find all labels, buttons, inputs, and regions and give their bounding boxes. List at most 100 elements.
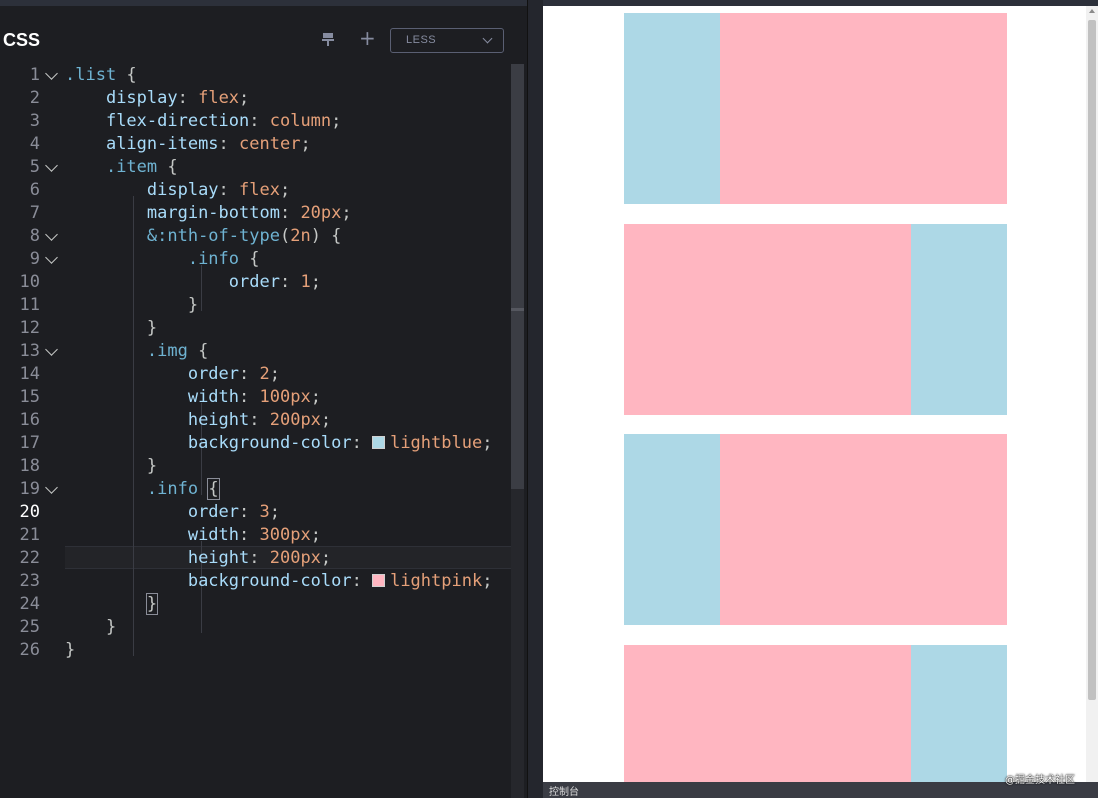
code-text: display: flex;	[65, 179, 290, 202]
color-swatch[interactable]	[372, 574, 386, 587]
code-line[interactable]: 16 height: 200px;	[0, 409, 520, 432]
fold-chevron-icon[interactable]	[45, 251, 58, 264]
code-line[interactable]: 21 width: 300px;	[0, 524, 520, 547]
plus-icon[interactable]: +	[359, 28, 376, 48]
code-token: align-items	[105, 134, 219, 154]
line-number: 2	[29, 88, 40, 108]
scroll-up-arrow-icon[interactable]	[1089, 9, 1095, 13]
code-token: lightblue	[390, 433, 483, 453]
editor-scrollbar-thumb[interactable]	[511, 64, 524, 489]
code-text: width: 300px;	[65, 524, 321, 547]
fold-chevron-icon[interactable]	[45, 67, 58, 80]
code-line[interactable]: 18 }	[0, 455, 520, 478]
preview-scrollbar-track[interactable]	[1086, 6, 1098, 782]
code-token: height	[187, 410, 250, 430]
line-number: 15	[19, 387, 40, 407]
code-line[interactable]: 12 }	[0, 317, 520, 340]
line-number: 7	[29, 203, 40, 223]
preview-info-block	[624, 645, 911, 782]
code-token: :	[351, 571, 373, 591]
line-number: 25	[19, 617, 40, 637]
line-number: 3	[29, 111, 40, 131]
code-line[interactable]: 20 order: 3;	[0, 501, 520, 524]
watermark: @掘金技术社区	[1005, 775, 1075, 786]
code-line[interactable]: 5 .item {	[0, 156, 520, 179]
code-token: ;	[279, 180, 291, 200]
code-token: ;	[269, 502, 280, 522]
code-token: :	[218, 180, 240, 200]
code-line[interactable]: 9 .info {	[0, 248, 520, 271]
code-token: column	[269, 111, 332, 131]
fold-chevron-icon[interactable]	[45, 228, 58, 241]
code-line[interactable]: 22 height: 200px;	[0, 547, 520, 570]
code-token: ;	[331, 111, 342, 131]
code-text: width: 100px;	[65, 386, 321, 409]
code-line[interactable]: 10 order: 1;	[0, 271, 520, 294]
fold-chevron-icon[interactable]	[45, 159, 58, 172]
pane-resize-handle[interactable]	[527, 0, 543, 798]
code-token: ;	[320, 410, 332, 430]
preview-info-block	[720, 13, 1007, 204]
fold-chevron-icon[interactable]	[45, 343, 58, 356]
code-token: ;	[341, 203, 352, 223]
line-number: 23	[19, 571, 40, 591]
line-number: 13	[19, 341, 40, 361]
code-token: {	[239, 249, 260, 269]
code-text: &:nth-of-type(2n) {	[65, 225, 342, 248]
pin-icon[interactable]	[322, 33, 334, 47]
code-token: ;	[310, 272, 321, 292]
line-number: 26	[19, 640, 40, 660]
code-token: :	[239, 502, 260, 522]
color-swatch[interactable]	[372, 436, 386, 449]
code-line[interactable]: 13 .img {	[0, 340, 520, 363]
code-token: width	[187, 525, 240, 545]
code-line[interactable]: 26}	[0, 639, 520, 662]
css-editor-pane: CSS + LESS 1 .list {2 display: flex; 3 fle…	[0, 6, 527, 798]
code-line[interactable]: 8 &:nth-of-type(2n) {	[0, 225, 520, 248]
code-token: display	[105, 88, 178, 108]
preview-item	[624, 13, 1007, 204]
code-line[interactable]: 17 background-color: lightblue;	[0, 432, 520, 455]
code-text: order: 3;	[65, 501, 280, 524]
code-token: margin-bottom	[146, 203, 280, 223]
preprocessor-select[interactable]: LESS	[390, 28, 504, 53]
code-token: ;	[269, 364, 280, 384]
code-token: :	[218, 134, 240, 154]
code-text: }	[65, 639, 75, 662]
code-token: ;	[482, 433, 493, 453]
code-token: :	[249, 111, 270, 131]
code-token: 200px	[269, 410, 321, 430]
code-area[interactable]: 1 .list {2 display: flex; 3 flex-direction…	[0, 58, 523, 798]
code-token: &:nth-of-type	[146, 226, 280, 246]
editor-scroll-marker	[511, 308, 524, 311]
code-token: background-color	[187, 433, 352, 453]
code-line[interactable]: 3 flex-direction: column;	[0, 110, 520, 133]
code-line[interactable]: 15 width: 100px;	[0, 386, 520, 409]
code-token: 2	[259, 364, 270, 384]
code-line[interactable]: 23 background-color: lightpink;	[0, 570, 520, 593]
code-token: (	[279, 226, 291, 246]
code-line[interactable]: 25 }	[0, 616, 520, 639]
code-line[interactable]: 19 .info {	[0, 478, 520, 501]
code-token: :	[239, 364, 260, 384]
code-text: }	[65, 593, 159, 616]
code-line[interactable]: 4 align-items: center;	[0, 133, 520, 156]
code-line[interactable]: 7 margin-bottom: 20px;	[0, 202, 520, 225]
code-line[interactable]: 24 }	[0, 593, 520, 616]
code-token: .item	[105, 157, 158, 177]
fold-chevron-icon[interactable]	[45, 481, 58, 494]
preview-scrollbar-thumb[interactable]	[1088, 20, 1096, 700]
code-line[interactable]: 14 order: 2;	[0, 363, 520, 386]
code-token: :	[279, 203, 301, 223]
chevron-down-icon	[482, 33, 493, 44]
code-line[interactable]: 1 .list {	[0, 64, 520, 87]
code-line[interactable]: 2 display: flex;	[0, 87, 520, 110]
line-number: 19	[19, 479, 40, 499]
code-line[interactable]: 11 }	[0, 294, 520, 317]
code-line[interactable]: 6 display: flex;	[0, 179, 520, 202]
